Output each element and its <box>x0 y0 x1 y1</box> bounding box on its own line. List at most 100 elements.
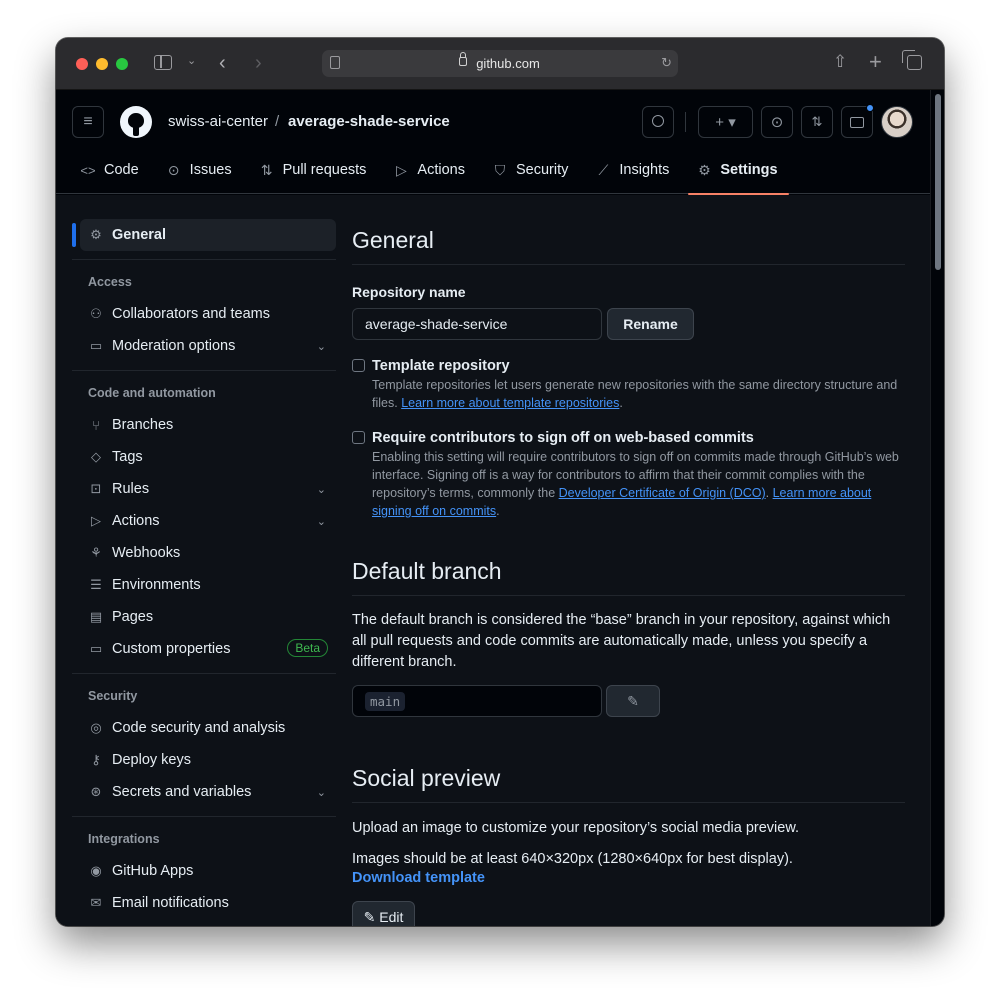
sidebar-item-actions[interactable]: ▷ Actions ⌄ <box>80 505 336 537</box>
breadcrumb-repo[interactable]: average-shade-service <box>288 113 450 130</box>
sidebar-item-label: Code security and analysis <box>112 720 286 736</box>
sidebar-item-moderation[interactable]: ▭ Moderation options ⌄ <box>80 330 336 362</box>
tab-pull-requests[interactable]: ⇅ Pull requests <box>259 152 378 194</box>
apps-icon: ◉ <box>90 863 102 878</box>
notification-dot <box>866 104 874 112</box>
new-tab-icon[interactable]: + <box>869 51 882 73</box>
edit-default-branch-button[interactable]: ✎ <box>606 685 660 717</box>
breadcrumb-owner[interactable]: swiss-ai-center <box>168 113 268 130</box>
sidebar-item-environments[interactable]: ☰ Environments <box>80 569 336 601</box>
social-preview-desc: Upload an image to customize your reposi… <box>352 820 800 836</box>
sidebar-item-label: Rules <box>112 481 150 497</box>
sidebar-item-github-apps[interactable]: ◉ GitHub Apps <box>80 855 336 887</box>
repo-name-input[interactable]: average-shade-service <box>352 308 602 340</box>
minimize-window-button[interactable] <box>96 58 108 70</box>
default-branch-title: Default branch <box>352 558 502 584</box>
sidebar-item-email-notifications[interactable]: ✉ Email notifications <box>80 887 336 919</box>
sidebar-heading-integrations: Integrations <box>88 832 160 846</box>
page-scrollbar[interactable] <box>930 90 944 926</box>
sidebar-item-custom-properties[interactable]: ▭ Custom properties Beta <box>80 633 336 665</box>
scrollbar-thumb[interactable] <box>935 94 941 270</box>
sidebar-item-label: Moderation options <box>112 338 236 354</box>
sidebar-divider <box>72 259 336 260</box>
people-icon: ⚇ <box>90 306 102 321</box>
sidebar-item-general[interactable]: ⚙ General <box>80 219 336 251</box>
tab-label: Code <box>104 162 139 178</box>
chevron-down-icon[interactable]: ⌄ <box>317 340 326 353</box>
graph-icon: ⟋ <box>598 161 609 178</box>
signoff-title: Require contributors to sign off on web-… <box>372 430 754 446</box>
sidebar-item-label: General <box>112 227 166 243</box>
sidebar-item-label: Deploy keys <box>112 752 191 768</box>
note-icon: ▭ <box>89 641 103 656</box>
pull-requests-button[interactable]: ⇅ <box>801 106 833 138</box>
tab-actions[interactable]: ▷ Actions <box>393 152 476 194</box>
github-page: ≡ swiss-ai-center / average-shade-servic… <box>56 90 930 926</box>
reload-icon[interactable]: ↻ <box>661 56 672 69</box>
edit-social-preview-button[interactable]: ✎ Edit <box>352 901 415 926</box>
github-logo-icon[interactable] <box>120 106 152 138</box>
gear-icon: ⚙ <box>698 161 711 178</box>
sidebar-item-secrets[interactable]: ⊛ Secrets and variables ⌄ <box>80 776 336 808</box>
chevron-down-icon[interactable]: ⌄ <box>187 56 196 67</box>
address-bar[interactable]: github.com ↻ <box>322 50 678 77</box>
tab-label: Actions <box>417 162 465 178</box>
sidebar-item-deploy-keys[interactable]: ⚷ Deploy keys <box>80 744 336 776</box>
gear-icon: ⚙ <box>90 227 102 242</box>
zoom-window-button[interactable] <box>116 58 128 70</box>
tag-icon: ◇ <box>91 449 101 464</box>
default-branch-input: main <box>352 685 602 717</box>
dco-link[interactable]: Developer Certificate of Origin (DCO) <box>559 486 766 500</box>
pull-request-icon: ⇅ <box>811 114 823 129</box>
plus-dropdown-label: + ▾ <box>715 114 736 131</box>
rename-button[interactable]: Rename <box>607 308 694 340</box>
tab-insights[interactable]: ⟋ Insights <box>595 152 680 194</box>
search-icon <box>652 115 664 127</box>
sidebar-item-collaborators[interactable]: ⚇ Collaborators and teams <box>80 298 336 330</box>
section-divider <box>352 802 905 803</box>
asterisk-icon: ⊛ <box>90 784 102 799</box>
tab-label: Pull requests <box>282 162 367 178</box>
page-title: General <box>352 227 434 253</box>
play-icon: ▷ <box>91 513 101 528</box>
sidebar-item-rules[interactable]: ⊡ Rules ⌄ <box>80 473 336 505</box>
sidebar-item-tags[interactable]: ◇ Tags <box>80 441 336 473</box>
share-icon[interactable]: ⇧ <box>833 53 847 70</box>
sidebar-item-code-security[interactable]: ◎ Code security and analysis <box>80 712 336 744</box>
tab-security[interactable]: ⛉ Security <box>492 152 579 194</box>
chevron-down-icon[interactable]: ⌄ <box>317 515 326 528</box>
pencil-icon: ✎ <box>363 908 376 925</box>
repo-name-label: Repository name <box>352 284 466 300</box>
server-icon: ☰ <box>90 577 102 592</box>
sidebar-item-webhooks[interactable]: ⚘ Webhooks <box>80 537 336 569</box>
forward-icon[interactable]: › <box>255 53 262 73</box>
menu-button[interactable]: ≡ <box>72 106 104 138</box>
shield-icon: ⛉ <box>494 161 506 178</box>
repo-tabs: <> Code ⊙ Issues ⇅ Pull requests ▷ Actio… <box>80 152 805 195</box>
browser-icon: ▤ <box>89 609 103 624</box>
create-new-button[interactable]: + ▾ <box>698 106 753 138</box>
sidebar-item-pages[interactable]: ▤ Pages <box>80 601 336 633</box>
tab-overview-icon[interactable] <box>902 50 922 70</box>
tab-issues[interactable]: ⊙ Issues <box>166 152 243 194</box>
sidebar-item-label: Branches <box>112 417 174 433</box>
signoff-checkbox[interactable] <box>352 431 365 444</box>
issue-icon: ⊙ <box>770 114 784 131</box>
template-learn-more-link[interactable]: Learn more about template repositories <box>401 396 619 410</box>
sidebar-item-label: Secrets and variables <box>112 784 252 800</box>
sidebar-item-branches[interactable]: ⑂ Branches <box>80 409 336 441</box>
back-icon[interactable]: ‹ <box>219 53 226 73</box>
issues-button[interactable]: ⊙ <box>761 106 793 138</box>
download-template-link[interactable]: Download template <box>352 870 485 886</box>
chevron-down-icon[interactable]: ⌄ <box>317 483 326 496</box>
code-icon: <> <box>80 162 96 178</box>
sidebar-toggle-icon[interactable] <box>154 55 172 70</box>
close-window-button[interactable] <box>76 58 88 70</box>
tab-settings[interactable]: ⚙ Settings <box>688 152 789 195</box>
avatar[interactable] <box>881 106 913 138</box>
tab-label: Issues <box>189 162 232 178</box>
chevron-down-icon[interactable]: ⌄ <box>317 786 326 799</box>
tab-code[interactable]: <> Code <box>80 152 150 194</box>
search-button[interactable] <box>642 106 674 138</box>
template-repository-checkbox[interactable] <box>352 359 365 372</box>
